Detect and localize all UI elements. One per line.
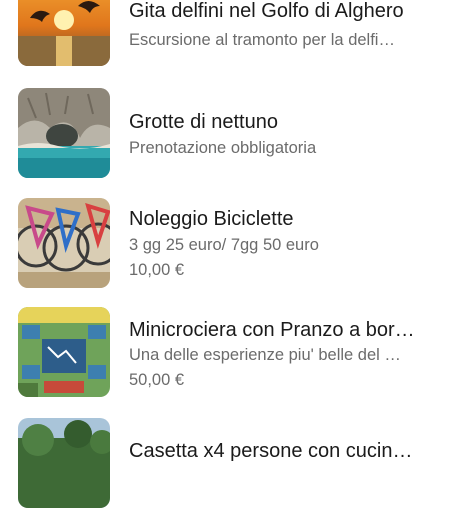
item-subtitle: Escursione al tramonto per la delfi… (129, 31, 395, 49)
list-item-casetta[interactable]: Casetta x4 persone con cucin… (0, 418, 450, 510)
cruise-map-image (18, 307, 110, 397)
list-item-biciclette[interactable]: Noleggio Biciclette 3 gg 25 euro/ 7gg 50… (0, 198, 450, 290)
item-title: Casetta x4 persone con cucin… (129, 440, 413, 462)
list-item-dolphins[interactable]: Gita delfini nel Golfo di Alghero Escurs… (0, 0, 450, 74)
item-title: Grotte di nettuno (129, 111, 278, 133)
house-trees-image (18, 418, 110, 508)
item-title: Noleggio Biciclette (129, 208, 294, 230)
list-item-minicrociera[interactable]: Minicrociera con Pranzo a bor… Una delle… (0, 307, 450, 399)
list-item-grotte[interactable]: Grotte di nettuno Prenotazione obbligato… (0, 88, 450, 180)
item-price: 10,00 € (129, 261, 185, 279)
item-subtitle: Una delle esperienze piu' belle del … (129, 346, 401, 364)
item-title: Gita delfini nel Golfo di Alghero (129, 0, 404, 22)
sunset-dolphins-image (18, 0, 110, 66)
sea-cave-image (18, 88, 110, 178)
item-subtitle: Prenotazione obbligatoria (129, 139, 317, 157)
item-title: Minicrociera con Pranzo a bor… (129, 319, 415, 341)
item-subtitle: 3 gg 25 euro/ 7gg 50 euro (129, 236, 319, 254)
experience-list: Gita delfini nel Golfo di Alghero Escurs… (0, 0, 450, 508)
bicycles-image (18, 198, 110, 288)
item-price: 50,00 € (129, 371, 185, 389)
